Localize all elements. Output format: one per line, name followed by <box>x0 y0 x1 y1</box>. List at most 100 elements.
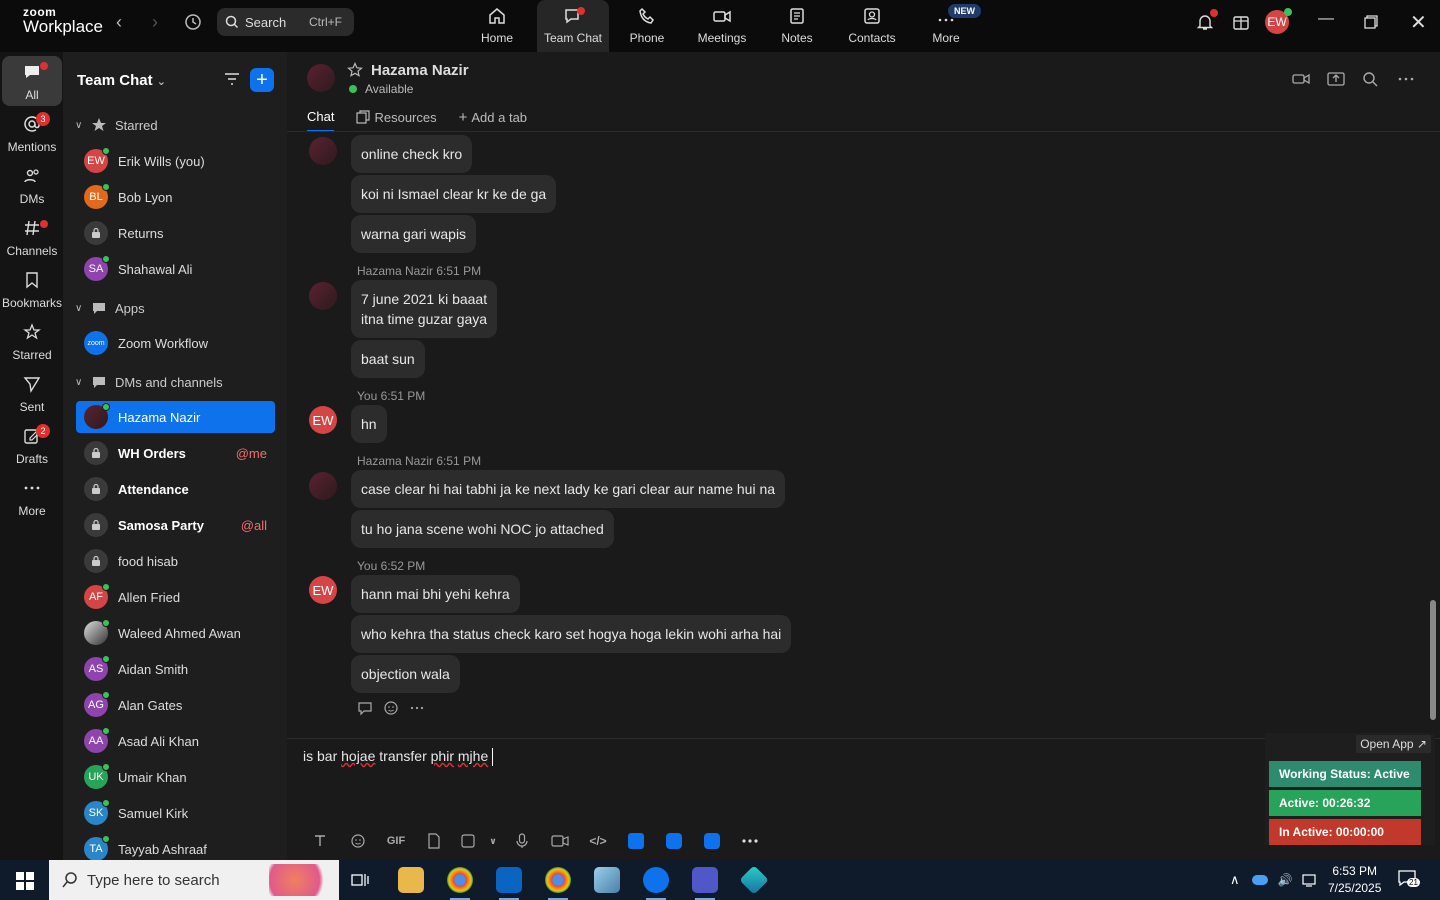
onedrive-icon[interactable] <box>1251 875 1268 885</box>
my-avatar[interactable]: EW <box>309 576 337 604</box>
message-scrollbar[interactable] <box>1430 600 1436 720</box>
chrome-icon[interactable] <box>447 867 473 900</box>
back-arrow-icon[interactable]: ‹ <box>116 12 122 33</box>
rail-sent[interactable]: Sent <box>2 368 62 418</box>
tab-chat[interactable]: Chat <box>307 108 335 132</box>
rail-starred[interactable]: Starred <box>2 316 62 366</box>
sender-avatar[interactable] <box>309 472 337 500</box>
sender-name[interactable]: Hazama Nazir <box>357 264 433 278</box>
channel-name[interactable]: Hazama Nazir <box>371 62 469 79</box>
message-bubble[interactable]: case clear hi hai tabhi ja ke next lady … <box>351 470 786 508</box>
message-bubble[interactable]: koi ni Ismael clear kr ke de ga <box>351 175 557 213</box>
tab-add[interactable]: + Add a tab <box>459 108 527 132</box>
rail-channels[interactable]: Channels <box>2 212 62 262</box>
topnav-more[interactable]: NEW More <box>910 0 982 52</box>
topnav-meetings[interactable]: Meetings <box>686 0 758 52</box>
message-bubble[interactable]: online check kro <box>351 135 473 173</box>
audio-message-button[interactable] <box>503 830 541 852</box>
sidebar-item-samosa-party[interactable]: Samosa Party @all <box>76 509 275 541</box>
topnav-team-chat[interactable]: Team Chat <box>537 0 609 52</box>
sidebar-item-wh-orders[interactable]: WH Orders @me <box>76 437 275 469</box>
taskbar-search[interactable]: Type here to search <box>49 860 339 900</box>
message-bubble[interactable]: hn <box>351 405 387 443</box>
message-bubble[interactable]: who kehra tha status check karo set hogy… <box>351 615 792 653</box>
zoom-taskbar-icon[interactable] <box>643 867 669 900</box>
teams-icon[interactable] <box>692 867 718 900</box>
code-snippet-button[interactable]: </> <box>579 830 617 852</box>
screenshot-button[interactable] <box>453 830 483 852</box>
restore-icon[interactable] <box>1364 15 1378 29</box>
rail-drafts[interactable]: 2 Drafts <box>2 420 62 470</box>
network-icon[interactable] <box>1302 873 1318 887</box>
sidebar-item-asad-ali-khan[interactable]: AA Asad Ali Khan <box>76 725 275 757</box>
more-options-icon[interactable] <box>1397 70 1415 88</box>
video-call-icon[interactable] <box>1292 70 1310 88</box>
topnav-phone[interactable]: Phone <box>611 0 683 52</box>
sidebar-item-alan-gates[interactable]: AG Alan Gates <box>76 689 275 721</box>
screenshot-options[interactable]: ∨ <box>483 830 503 852</box>
sidebar-item-hazama-nazir[interactable]: Hazama Nazir <box>76 401 275 433</box>
new-chat-button[interactable]: + <box>250 68 274 92</box>
sidebar-item-bob-lyon[interactable]: BL Bob Lyon <box>76 181 275 213</box>
open-app-button[interactable]: Open App ↗ <box>1356 735 1431 753</box>
system-clock[interactable]: 6:53 PM 7/25/2025 <box>1328 863 1381 897</box>
outlook-icon[interactable] <box>496 867 522 900</box>
app-doc-button[interactable] <box>617 830 655 852</box>
sidebar-item-allen-fried[interactable]: AF Allen Fried <box>76 581 275 613</box>
topnav-notes[interactable]: Notes <box>761 0 833 52</box>
star-icon[interactable] <box>347 62 363 78</box>
sender-avatar[interactable] <box>309 282 337 310</box>
sidebar-item-erik-wills[interactable]: EW Erik Wills (you) <box>76 145 275 177</box>
tab-resources[interactable]: Resources <box>356 108 437 132</box>
sidebar-item-attendance[interactable]: Attendance <box>76 473 275 505</box>
reply-icon[interactable] <box>357 700 373 716</box>
calendar-gift-icon[interactable] <box>1232 13 1250 31</box>
sidebar-item-food-hisab[interactable]: food hisab <box>76 545 275 577</box>
sidebar-item-aidan-smith[interactable]: AS Aidan Smith <box>76 653 275 685</box>
sender-name[interactable]: You <box>357 559 377 573</box>
video-message-button[interactable] <box>541 830 579 852</box>
rail-bookmarks[interactable]: Bookmarks <box>2 264 62 314</box>
sidebar-item-waleed-ahmed-awan[interactable]: Waleed Ahmed Awan <box>76 617 275 649</box>
channel-avatar[interactable] <box>307 64 335 92</box>
sidebar-item-tayyab-ashraaf[interactable]: TA Tayyab Ashraaf <box>76 833 275 860</box>
sender-name[interactable]: Hazama Nazir <box>357 454 433 468</box>
section-apps[interactable]: ∨ Apps <box>75 298 145 318</box>
search-box[interactable]: Search Ctrl+F <box>217 8 354 36</box>
sidebar-item-zoom-workflow[interactable]: zoom Zoom Workflow <box>76 327 275 359</box>
forward-arrow-icon[interactable]: › <box>152 12 158 33</box>
message-bubble[interactable]: 7 june 2021 ki baaat itna time guzar gaya <box>351 280 498 338</box>
search-icon[interactable] <box>1361 70 1379 88</box>
app-icon[interactable] <box>594 867 620 893</box>
app-chat-button[interactable] <box>693 830 731 852</box>
more-apps-button[interactable] <box>731 830 769 852</box>
emoji-reaction-icon[interactable] <box>383 700 399 716</box>
message-input[interactable]: is bar hojae transfer phir mjhe <box>303 748 494 767</box>
task-view-icon[interactable] <box>351 872 369 888</box>
section-dms-channels[interactable]: ∨ DMs and channels <box>75 372 223 392</box>
message-bubble[interactable]: hann mai bhi yehi kehra <box>351 575 520 613</box>
rail-more[interactable]: More <box>2 472 62 522</box>
sidebar-title[interactable]: Team Chat ⌄ <box>77 72 166 89</box>
chevron-up-icon[interactable]: ∧ <box>1230 872 1240 888</box>
sender-name[interactable]: You <box>357 389 377 403</box>
format-text-button[interactable] <box>301 830 339 852</box>
sidebar-item-shahawal-ali[interactable]: SA Shahawal Ali <box>76 253 275 285</box>
attach-file-button[interactable] <box>415 830 453 852</box>
volume-icon[interactable]: 🔊 <box>1278 873 1293 887</box>
more-dots-icon[interactable] <box>409 700 425 716</box>
history-icon[interactable] <box>184 13 202 31</box>
rail-dms[interactable]: DMs <box>2 160 62 210</box>
chrome-profile-icon[interactable] <box>545 867 571 900</box>
file-explorer-icon[interactable] <box>398 867 424 893</box>
my-avatar[interactable]: EW <box>309 406 337 434</box>
sidebar-item-samuel-kirk[interactable]: SK Samuel Kirk <box>76 797 275 829</box>
close-icon[interactable]: ✕ <box>1410 10 1427 35</box>
rail-mentions[interactable]: 3 Mentions <box>2 108 62 158</box>
windows-start-icon[interactable] <box>16 872 34 890</box>
notification-center[interactable]: 21 <box>1398 870 1420 890</box>
message-bubble[interactable]: objection wala <box>351 655 460 693</box>
minimize-icon[interactable]: — <box>1318 10 1334 28</box>
rail-all[interactable]: All <box>2 56 62 106</box>
message-bubble[interactable]: tu ho jana scene wohi NOC jo attached <box>351 510 614 548</box>
